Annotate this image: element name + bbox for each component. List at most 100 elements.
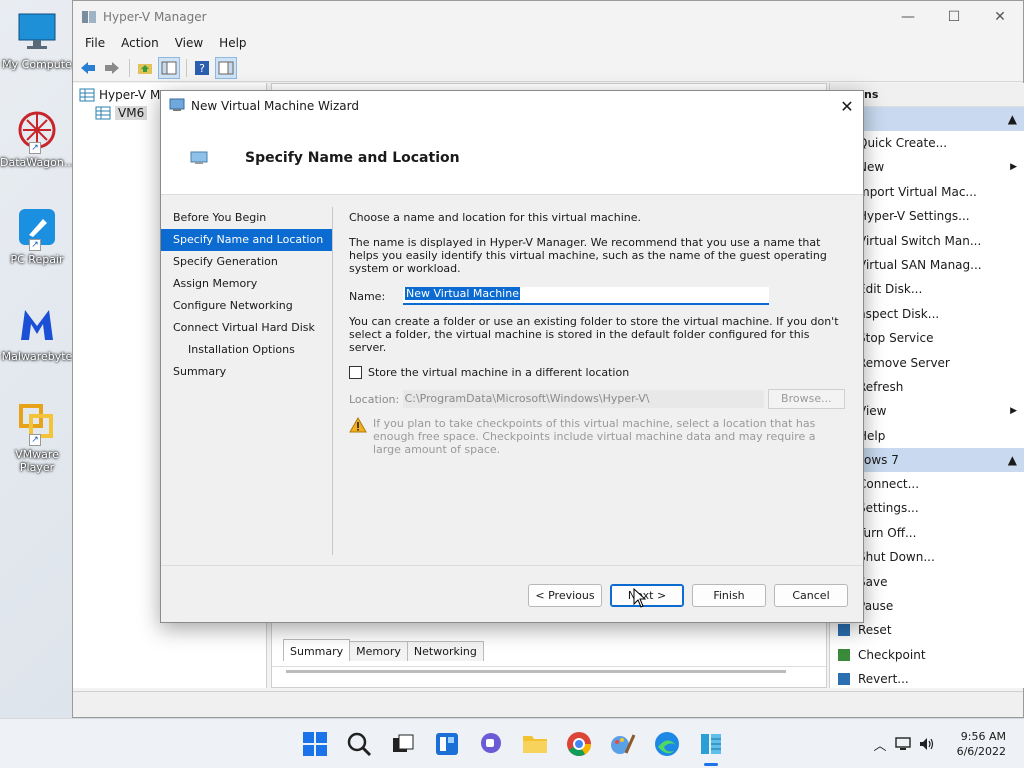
edge-button[interactable] [654,731,680,757]
hyperv-taskbar-button[interactable] [698,731,724,766]
name-description: The name is displayed in Hyper-V Manager… [349,236,827,275]
maximize-button[interactable]: ☐ [931,1,977,32]
action-item[interactable]: Checkpoint [830,643,1024,667]
action-item-label: Revert... [858,672,909,687]
chat-button[interactable] [478,731,504,757]
action-item-label: Virtual SAN Manag... [858,257,982,272]
window-titlebar[interactable]: Hyper-V Manager — ☐ ✕ [73,1,1023,32]
console-tree-icon [161,61,177,74]
widgets-button[interactable] [434,731,460,757]
action-item-label: nspect Disk... [858,306,940,321]
finish-button[interactable]: Finish [692,584,766,607]
cancel-button[interactable]: Cancel [774,584,848,607]
scrollbar-thumb[interactable] [286,670,786,673]
wizard-footer: < Previous Next > Finish Cancel [161,565,863,623]
shortcut-arrow-icon: ↗ [29,434,41,446]
menu-help[interactable]: Help [211,36,254,50]
up-folder-button[interactable] [134,57,156,79]
desktop-icon-my-computer[interactable]: My Compute [0,10,74,71]
show-hide-console-tree-button[interactable] [158,56,180,79]
show-hide-action-pane-button[interactable] [215,56,237,79]
action-item-label: Edit Disk... [858,282,923,297]
previous-button[interactable]: < Previous [528,584,602,607]
chevron-up-icon[interactable]: ︿ [870,735,890,754]
chrome-button[interactable] [566,731,592,757]
wizard-steps-nav: Before You Begin Specify Name and Locatio… [161,207,333,383]
edge-icon [655,732,679,756]
store-location-label[interactable]: Store the virtual machine in a different… [368,366,629,379]
action-item-label: Shut Down... [858,550,935,565]
search-button[interactable] [346,731,372,757]
submenu-arrow-icon: ▶ [1010,162,1017,173]
toolbar: ? [73,54,1023,82]
window-title: Hyper-V Manager [103,9,207,24]
file-explorer-button[interactable] [522,731,548,757]
tab-networking[interactable]: Networking [406,641,484,661]
shortcut-arrow-icon: ↗ [29,239,41,251]
collapse-up-icon[interactable]: ▲ [1008,112,1017,126]
minimize-button[interactable]: — [885,1,931,32]
action-icon [838,648,850,661]
tab-summary[interactable]: Summary [283,639,351,661]
back-button[interactable] [77,57,99,79]
wizard-step-item[interactable]: Installation Options [161,339,333,361]
shortcut-arrow-icon: ↗ [29,142,41,154]
monitor-icon [15,10,59,54]
forward-button[interactable] [101,57,123,79]
clock[interactable]: 9:56 AM 6/6/2022 [957,729,1006,759]
task-view-button[interactable] [390,731,416,757]
menu-view[interactable]: View [167,36,211,50]
name-input-value: New Virtual Machine [405,287,520,300]
wizard-close-button[interactable]: ✕ [831,91,863,121]
new-vm-wizard-dialog: New Virtual Machine Wizard ✕ Specify Nam… [160,90,864,623]
task-view-icon [393,734,414,752]
mouse-cursor-icon [633,588,647,608]
desktop-icon-datawagon[interactable]: ↗ DataWagon... [0,108,74,169]
menu-action[interactable]: Action [113,36,167,50]
next-button[interactable]: Next > [610,584,684,607]
action-item[interactable]: Revert... [830,667,1024,688]
name-input[interactable]: New Virtual Machine [403,287,769,305]
wizard-step-item[interactable]: Assign Memory [161,273,333,295]
help-button[interactable]: ? [191,57,213,79]
network-icon[interactable] [890,736,916,752]
menu-file[interactable]: File [77,36,113,50]
wizard-titlebar[interactable]: New Virtual Machine Wizard ✕ [161,91,863,121]
desktop-icon-malwarebytes[interactable]: Malwarebyte [0,302,74,363]
action-item-label: Settings... [858,501,919,516]
name-label: Name: [349,289,386,303]
action-item-label: Reset [858,623,892,638]
hyperv-icon [701,734,721,754]
collapse-up-icon[interactable]: ▲ [1008,453,1017,467]
wizard-step-item[interactable]: Configure Networking [161,295,333,317]
location-input[interactable]: C:\ProgramData\Microsoft\Windows\Hyper-V… [402,390,764,408]
wizard-header: Specify Name and Location [161,121,863,195]
malwarebytes-icon [15,302,59,346]
arrow-right-icon [105,61,119,74]
action-item-label: Quick Create... [858,136,948,150]
tab-memory[interactable]: Memory [349,641,408,661]
clock-date: 6/6/2022 [956,745,1006,758]
warning-text: If you plan to take checkpoints of this … [373,417,816,456]
desktop-icon-pc-repair[interactable]: ↗ PC Repair [0,205,74,266]
menu-bar: File Action View Help [73,32,1023,54]
wizard-step-item[interactable]: Before You Begin [161,207,333,229]
system-tray: ︿ [870,719,938,768]
start-button[interactable] [302,731,328,757]
desktop-icon-vmware[interactable]: ↗ VMware Player [0,400,74,474]
wizard-step-item[interactable]: Specify Generation [161,251,333,273]
browse-button[interactable]: Browse... [767,389,845,409]
volume-icon[interactable] [916,736,938,752]
paint-app-button[interactable] [610,731,636,757]
svg-text:?: ? [199,62,205,75]
warning-icon [349,416,367,433]
store-location-checkbox[interactable] [349,366,362,379]
wizard-step-item[interactable]: Connect Virtual Hard Disk [161,317,333,339]
wizard-step-item[interactable]: Summary [161,361,333,383]
hyperv-manager-icon [79,88,95,102]
wizard-step-item[interactable]: Specify Name and Location [161,229,333,251]
warning-row: If you plan to take checkpoints of this … [349,416,845,456]
close-button[interactable]: ✕ [977,1,1023,32]
folder-description: You can create a folder or use an existi… [349,315,839,354]
horizontal-scrollbar[interactable] [272,666,826,676]
